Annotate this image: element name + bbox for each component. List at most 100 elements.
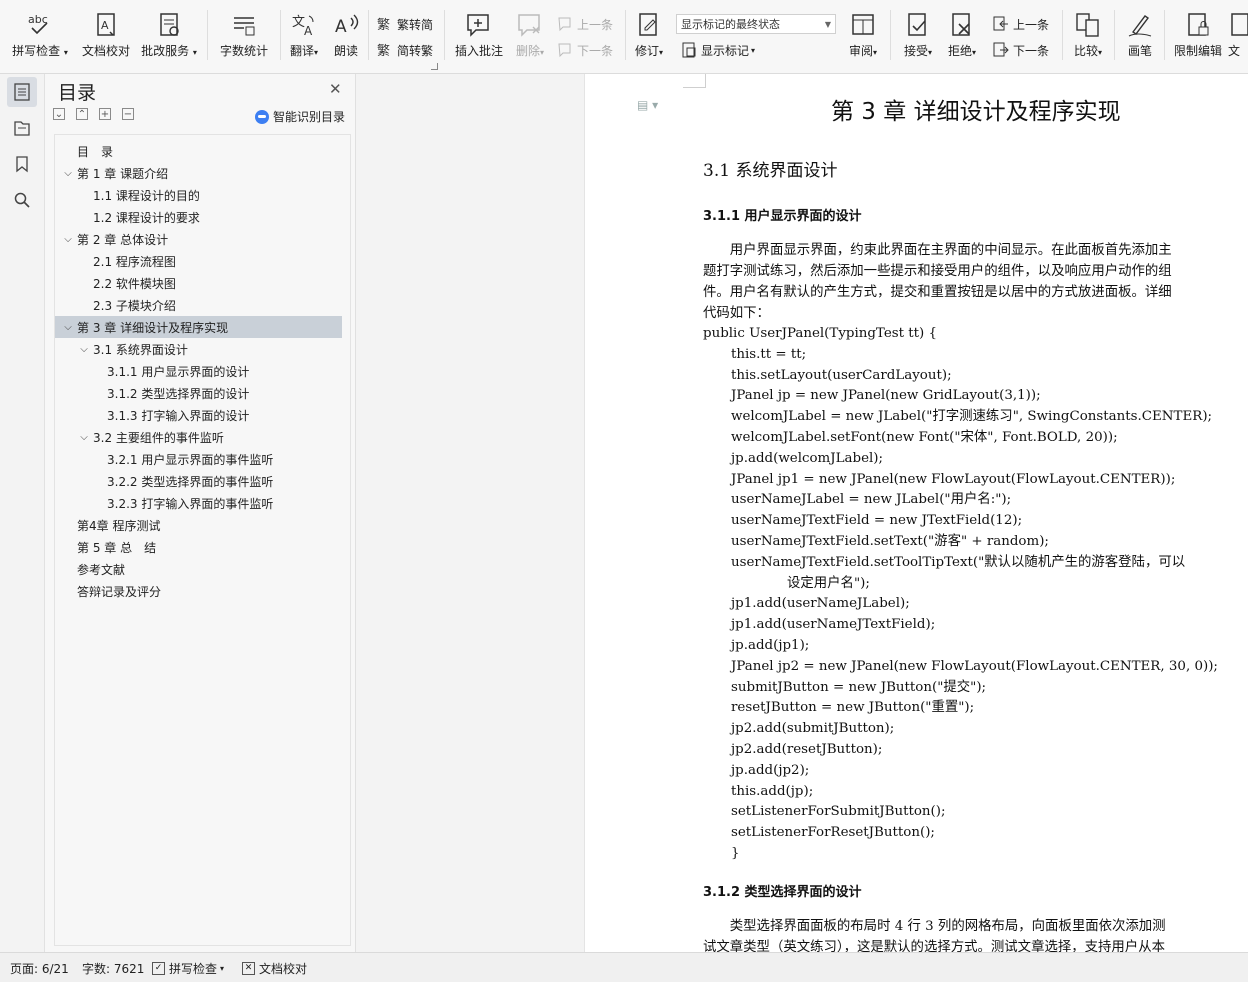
compare-button[interactable]: 比较▾: [1068, 0, 1108, 70]
chevron-down-icon[interactable]: ⌵: [61, 234, 75, 245]
toc-item[interactable]: 3.2.1 用户显示界面的事件监听: [55, 448, 342, 470]
close-icon[interactable]: ✕: [329, 80, 342, 98]
code-line: jp.add(jp2);: [731, 762, 810, 778]
paragraph-line: 件。用户名有默认的产生方式，提交和重置按钮是以居中的方式放进面板。详细: [703, 285, 1172, 300]
insert-comment-button[interactable]: 插入批注: [450, 0, 508, 70]
toc-item[interactable]: ⌵ 3.2 主要组件的事件监听: [55, 426, 342, 448]
bookmark-button[interactable]: [7, 149, 37, 179]
toc-item[interactable]: 3.1.1 用户显示界面的设计: [55, 360, 342, 382]
track-changes-button[interactable]: 修订▾: [630, 0, 668, 70]
toc-item[interactable]: 3.2.3 打字输入界面的事件监听: [55, 492, 342, 514]
code-line: jp.add(jp1);: [731, 638, 810, 653]
toc-item-label: 第 5 章 总 结: [77, 540, 157, 555]
toc-item[interactable]: 参考文献: [55, 558, 342, 580]
code-line: welcomJLabel = new JLabel("打字测速练习", Swin…: [731, 409, 1213, 425]
add-heading-icon[interactable]: +: [99, 108, 111, 120]
toc-pane-button[interactable]: [7, 77, 37, 107]
show-markup-button[interactable]: 显示标记 ▾: [680, 39, 755, 61]
page-corner-mark: [683, 87, 706, 88]
toc-item[interactable]: 目 录: [55, 140, 342, 162]
restrict-edit-button[interactable]: 限制编辑: [1170, 0, 1226, 70]
document-page[interactable]: ▤ ▾ 第 3 章 详细设计及程序实现 3.1 系统界面设计 3.1.1 用户显…: [584, 74, 1248, 952]
simp-to-trad-button[interactable]: 繁 简转繁: [376, 39, 433, 61]
track-changes-label: 修订: [634, 44, 659, 58]
svg-text:繁: 繁: [377, 43, 390, 59]
toc-item[interactable]: 第4章 程序测试: [55, 514, 342, 536]
compare-label: 比较: [1073, 44, 1098, 58]
status-spellcheck[interactable]: ✓ 拼写检查 ▾: [152, 960, 224, 977]
toc-item[interactable]: 1.1 课程设计的目的: [55, 184, 342, 206]
toc-item[interactable]: 2.2 软件模块图: [55, 272, 342, 294]
reject-button[interactable]: 拒绝▾: [942, 0, 982, 70]
toc-item[interactable]: 1.2 课程设计的要求: [55, 206, 342, 228]
prev-change-button[interactable]: 上一条: [992, 13, 1049, 35]
proofread-small-icon: ✕: [242, 962, 255, 975]
chevron-down-icon[interactable]: ⌵: [77, 344, 91, 355]
toc-item[interactable]: ⌵ 第 3 章 详细设计及程序实现: [55, 316, 342, 338]
section-heading: 3.1 系统界面设计: [703, 161, 838, 181]
word-count-button[interactable]: 字数统计: [214, 0, 274, 70]
toc-panel: 目录 ✕ ⌄ ⌃ + − 智能识别目录 目 录 ⌵ 第 1 章 课题介绍 1.1 课程…: [45, 74, 356, 952]
read-aloud-icon: A: [331, 10, 361, 40]
next-change-button[interactable]: 下一条: [992, 39, 1049, 61]
status-proofread[interactable]: ✕ 文档校对: [242, 960, 307, 977]
code-line: JPanel jp2 = new JPanel(new FlowLayout(F…: [731, 658, 1218, 674]
remove-heading-icon[interactable]: −: [122, 108, 134, 120]
toc-item[interactable]: 答辩记录及评分: [55, 580, 342, 602]
prev-comment-button[interactable]: 上一条: [556, 13, 613, 35]
review-label: 审阅: [848, 44, 873, 58]
paragraph-line: 试文章类型（英文练习），这是默认的选择方式。测试文章选择，支持用户从本: [703, 940, 1165, 952]
toc-item-label: 1.1 课程设计的目的: [93, 188, 200, 203]
next-comment-label: 下一条: [577, 43, 614, 58]
chevron-down-icon[interactable]: ⌵: [61, 322, 75, 333]
paragraph-menu-icon[interactable]: ▤ ▾: [637, 98, 658, 112]
spellcheck-button[interactable]: abc 拼写检查 ▾: [8, 0, 72, 70]
delete-comment-button[interactable]: 删除▾: [510, 0, 550, 70]
toc-toolbar: ⌄ ⌃ + −: [53, 108, 145, 120]
next-comment-button[interactable]: 下一条: [556, 39, 613, 61]
delete-comment-icon: [515, 10, 545, 40]
code-line: }: [731, 846, 740, 861]
read-aloud-button[interactable]: A 朗读: [328, 0, 364, 70]
group-expand-icon[interactable]: [431, 63, 438, 70]
paragraph-line: 类型选择界面面板的布局时 4 行 3 列的网格布局，向面板里面依次添加测: [703, 919, 1166, 934]
toc-item[interactable]: ⌵ 3.1 系统界面设计: [55, 338, 342, 360]
page-indicator[interactable]: 页面: 6/21: [10, 960, 69, 977]
collapse-all-icon[interactable]: ⌄: [53, 108, 65, 120]
toc-item[interactable]: 3.2.2 类型选择界面的事件监听: [55, 470, 342, 492]
ink-button[interactable]: 画笔: [1122, 0, 1158, 70]
chevron-down-icon: ▼: [824, 20, 831, 29]
toc-item-label: 3.2.1 用户显示界面的事件监听: [107, 452, 274, 467]
markup-mode-dropdown[interactable]: 显示标记的最终状态 ▼: [676, 14, 836, 34]
chevron-down-icon[interactable]: ⌵: [77, 432, 91, 443]
code-line: jp2.add(resetJButton);: [731, 742, 883, 757]
prev-change-icon: [992, 15, 1010, 33]
accept-button[interactable]: 接受▾: [898, 0, 938, 70]
toc-item[interactable]: ⌵ 第 2 章 总体设计: [55, 228, 342, 250]
trad-to-simp-label: 繁转简: [397, 17, 434, 32]
word-count-label: 字数统计: [219, 44, 268, 58]
toc-item[interactable]: ⌵ 第 1 章 课题介绍: [55, 162, 342, 184]
smart-toc-button[interactable]: 智能识别目录: [255, 108, 345, 125]
word-count-indicator[interactable]: 字数: 7621: [82, 960, 144, 977]
expand-all-icon[interactable]: ⌃: [76, 108, 88, 120]
chevron-down-icon[interactable]: ⌵: [61, 168, 75, 179]
subsection-heading-2: 3.1.2 类型选择界面的设计: [703, 885, 862, 900]
trad-to-simp-button[interactable]: 繁 繁转简: [376, 13, 433, 35]
status-bar: 页面: 6/21 字数: 7621 ✓ 拼写检查 ▾ ✕ 文档校对: [0, 952, 1248, 982]
chapter-nav-button[interactable]: [7, 113, 37, 143]
toc-item[interactable]: 2.3 子模块介绍: [55, 294, 342, 316]
prev-comment-icon: [556, 15, 574, 33]
toc-item[interactable]: 第 5 章 总 结: [55, 536, 342, 558]
toc-item[interactable]: 2.1 程序流程图: [55, 250, 342, 272]
toc-item-label: 3.2 主要组件的事件监听: [93, 430, 224, 445]
correction-service-button[interactable]: 批改服务 ▾: [138, 0, 200, 70]
review-button[interactable]: 审阅▾: [844, 0, 882, 70]
toc-item[interactable]: 3.1.3 打字输入界面的设计: [55, 404, 342, 426]
translate-button[interactable]: 文A 翻译▾: [284, 0, 324, 70]
proofread-button[interactable]: A 文档校对: [76, 0, 136, 70]
toc-item[interactable]: 3.1.2 类型选择界面的设计: [55, 382, 342, 404]
document-tab-button[interactable]: 文: [1228, 0, 1248, 70]
find-button[interactable]: [7, 185, 37, 215]
simp-to-trad-label: 简转繁: [397, 43, 434, 58]
